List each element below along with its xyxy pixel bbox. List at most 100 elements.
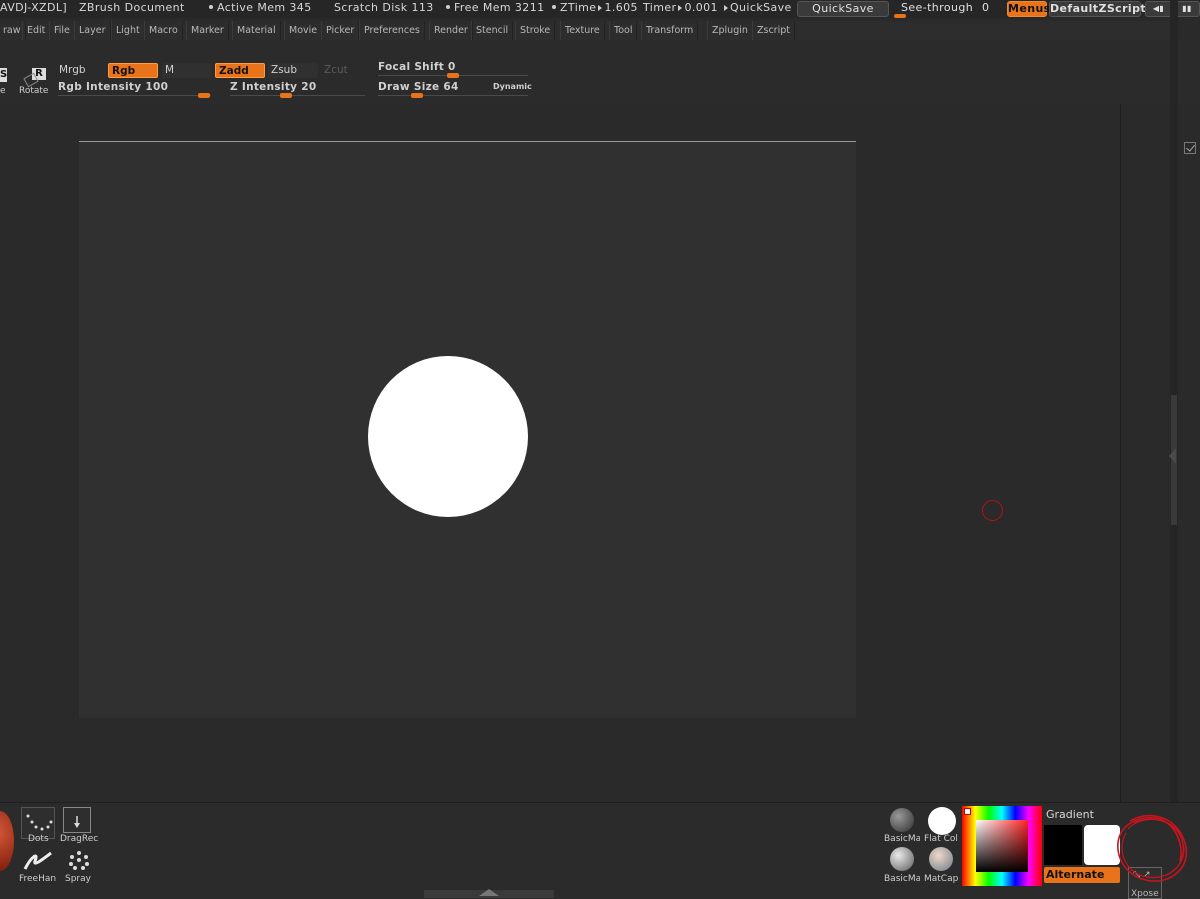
quicksave-readout: QuickSave: [722, 0, 792, 16]
rgb-intensity-label: Rgb Intensity: [58, 81, 142, 93]
z-intensity-value: 20: [301, 81, 317, 93]
red-highlight-scribble: [1117, 814, 1188, 882]
z-intensity-slider[interactable]: Z Intensity 20: [230, 81, 365, 98]
ztime-label: ZTime: [560, 1, 597, 14]
basic-material-2-sphere-icon[interactable]: [890, 847, 914, 871]
arrow-right-icon: [598, 4, 603, 11]
draw-size-knob[interactable]: [411, 93, 423, 98]
rgb-button[interactable]: Rgb: [108, 63, 158, 78]
timer-label: Timer: [643, 1, 677, 14]
menu-picker[interactable]: Picker: [321, 21, 360, 40]
ztime-value: 1.605: [604, 1, 638, 14]
draw-size-track: [378, 95, 528, 96]
rotate-button[interactable]: R: [20, 66, 48, 88]
gradient-label: Gradient: [1046, 808, 1094, 821]
rgb-intensity-knob[interactable]: [198, 93, 210, 98]
see-through-knob[interactable]: [894, 14, 906, 18]
timer-value: 0.001: [684, 1, 718, 14]
scroll-left-button[interactable]: ◀▮: [1145, 1, 1172, 17]
ztime-readout: ZTime 1.605: [548, 0, 638, 16]
menu-layer[interactable]: Layer: [74, 21, 111, 40]
focal-shift-knob[interactable]: [447, 73, 459, 78]
menu-tool[interactable]: Tool: [609, 21, 638, 40]
bottom-tray-toggle[interactable]: [424, 889, 554, 898]
active-mem-text: Active Mem 345: [217, 1, 312, 14]
basic-material-label: BasicMa: [884, 834, 920, 844]
drag-rect-icon: [74, 816, 80, 828]
active-mem-readout: Active Mem 345: [205, 0, 312, 16]
dynamic-toggle[interactable]: Dynamic: [493, 82, 532, 91]
menu-stroke[interactable]: Stroke: [515, 21, 556, 40]
menus-button[interactable]: Menus: [1007, 1, 1050, 17]
menu-material[interactable]: Material: [232, 21, 281, 40]
menu-movie[interactable]: Movie: [284, 21, 323, 40]
focal-shift-value: 0: [448, 61, 456, 73]
menu-light[interactable]: Light: [111, 21, 145, 40]
color-picker[interactable]: [962, 806, 1042, 886]
draw-size-label: Draw Size: [378, 81, 440, 93]
menu-zscript[interactable]: Zscript: [752, 21, 795, 40]
arrow-right-icon: [724, 4, 728, 11]
see-through-slider[interactable]: See-through 0: [894, 1, 1000, 18]
rgb-intensity-value: 100: [145, 81, 169, 93]
white-sphere: [368, 356, 528, 517]
canvas-area[interactable]: [0, 104, 1121, 802]
draw-size-value: 64: [443, 81, 459, 93]
scratch-disk-text: Scratch Disk 113: [334, 1, 434, 14]
bottom-shelf: Dots DragRec FreeHan Spray BasicMa Flat …: [0, 802, 1200, 899]
see-through-value: 0: [982, 1, 990, 14]
zcut-button[interactable]: Zcut: [321, 63, 371, 78]
alternate-button[interactable]: Alternate: [1044, 867, 1120, 883]
arrow-right-icon: [678, 4, 683, 11]
menu-file[interactable]: File: [49, 21, 75, 40]
zsub-button[interactable]: Zsub: [268, 63, 318, 78]
menu-edit[interactable]: Edit: [22, 21, 51, 40]
rgb-intensity-slider[interactable]: Rgb Intensity 100: [58, 81, 211, 98]
brush-cursor: [982, 500, 1003, 521]
color-saturation-square[interactable]: [976, 820, 1028, 872]
scale-button[interactable]: S: [0, 68, 7, 82]
xpose-label: Xpose: [1131, 889, 1159, 899]
mrgb-button[interactable]: Mrgb: [56, 63, 106, 78]
menu-macro[interactable]: Macro: [144, 21, 183, 40]
menu-zplugin[interactable]: Zplugin: [707, 21, 753, 40]
chevron-left-icon: ◀▮: [1152, 4, 1165, 13]
freehand-icon: [23, 851, 52, 870]
m-button[interactable]: M: [162, 63, 212, 78]
z-intensity-knob[interactable]: [280, 93, 292, 98]
scale-label: e: [0, 86, 6, 96]
tray-toggle-icon[interactable]: [1169, 448, 1176, 464]
rotate-label: Rotate: [19, 86, 49, 96]
default-zscript-button[interactable]: DefaultZScript: [1049, 1, 1146, 17]
matcap-sphere-icon[interactable]: [929, 847, 953, 871]
spray-label: Spray: [65, 874, 91, 884]
checkbox-icon[interactable]: [1184, 142, 1196, 154]
dragrect-stroke-button[interactable]: [63, 807, 91, 833]
quicksave-button[interactable]: QuickSave: [797, 1, 889, 17]
free-mem-readout: Free Mem 3211: [442, 0, 545, 16]
see-through-label: See-through: [901, 1, 974, 14]
app-title: ZBrush Document: [79, 1, 185, 14]
material-preview-icon[interactable]: [0, 811, 14, 871]
menu-preferences[interactable]: Preferences: [359, 21, 425, 40]
z-intensity-track: [230, 95, 365, 96]
spray-icon: [69, 851, 89, 870]
menu-stencil[interactable]: Stencil: [471, 21, 514, 40]
flat-color-sphere-icon[interactable]: [928, 807, 956, 835]
zadd-button[interactable]: Zadd: [215, 63, 265, 78]
matcap-label: MatCap: [924, 874, 959, 884]
menu-render[interactable]: Render: [429, 21, 473, 40]
color-picker-marker: [964, 808, 971, 815]
basic-material-sphere-icon[interactable]: [890, 808, 914, 832]
quicksave-text: QuickSave: [730, 1, 792, 14]
menu-marker[interactable]: Marker: [186, 21, 229, 40]
dragrect-label: DragRec: [60, 834, 99, 844]
document-canvas[interactable]: [79, 141, 856, 718]
menu-texture[interactable]: Texture: [560, 21, 605, 40]
timer-readout: Timer 0.001: [643, 0, 718, 16]
focal-shift-slider[interactable]: Focal Shift 0: [378, 61, 528, 78]
secondary-color-swatch[interactable]: [1044, 825, 1082, 865]
basic-material-2-label: BasicMa: [884, 874, 920, 884]
menu-transform[interactable]: Transform: [641, 21, 699, 40]
bullet-icon: [209, 5, 213, 9]
